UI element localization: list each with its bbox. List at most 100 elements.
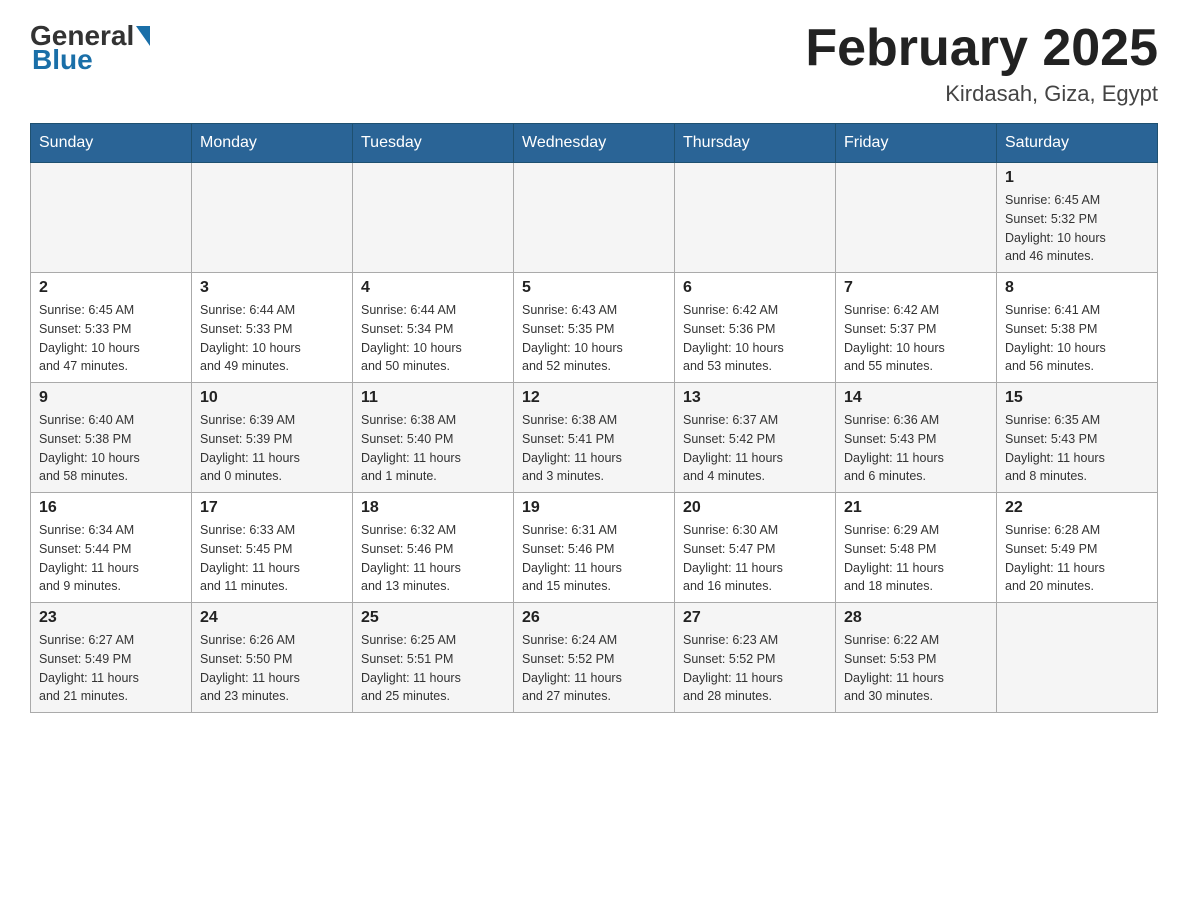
- calendar-day-cell: [675, 163, 836, 273]
- day-info: Sunrise: 6:22 AMSunset: 5:53 PMDaylight:…: [844, 631, 988, 706]
- day-number: 3: [200, 279, 344, 297]
- day-number: 23: [39, 609, 183, 627]
- day-info: Sunrise: 6:42 AMSunset: 5:36 PMDaylight:…: [683, 301, 827, 376]
- logo-triangle-icon: [136, 26, 150, 46]
- calendar-day-cell: 1 Sunrise: 6:45 AMSunset: 5:32 PMDaylight…: [997, 163, 1158, 273]
- day-number: 28: [844, 609, 988, 627]
- day-number: 1: [1005, 169, 1149, 187]
- day-number: 20: [683, 499, 827, 517]
- day-number: 26: [522, 609, 666, 627]
- day-number: 25: [361, 609, 505, 627]
- calendar-week-row: 9 Sunrise: 6:40 AMSunset: 5:38 PMDaylight…: [31, 383, 1158, 493]
- day-info: Sunrise: 6:44 AMSunset: 5:34 PMDaylight:…: [361, 301, 505, 376]
- calendar-day-cell: [514, 163, 675, 273]
- day-info: Sunrise: 6:40 AMSunset: 5:38 PMDaylight:…: [39, 411, 183, 486]
- location-title: Kirdasah, Giza, Egypt: [805, 81, 1158, 107]
- calendar-week-row: 23 Sunrise: 6:27 AMSunset: 5:49 PMDayligh…: [31, 603, 1158, 713]
- day-info: Sunrise: 6:32 AMSunset: 5:46 PMDaylight:…: [361, 521, 505, 596]
- day-info: Sunrise: 6:41 AMSunset: 5:38 PMDaylight:…: [1005, 301, 1149, 376]
- calendar-day-cell: 10 Sunrise: 6:39 AMSunset: 5:39 PMDayligh…: [192, 383, 353, 493]
- calendar-week-row: 1 Sunrise: 6:45 AMSunset: 5:32 PMDaylight…: [31, 163, 1158, 273]
- calendar-weekday-header: Thursday: [675, 124, 836, 163]
- day-number: 9: [39, 389, 183, 407]
- calendar-table: SundayMondayTuesdayWednesdayThursdayFrid…: [30, 123, 1158, 713]
- calendar-weekday-header: Friday: [836, 124, 997, 163]
- calendar-day-cell: 14 Sunrise: 6:36 AMSunset: 5:43 PMDayligh…: [836, 383, 997, 493]
- calendar-weekday-header: Wednesday: [514, 124, 675, 163]
- day-number: 7: [844, 279, 988, 297]
- day-info: Sunrise: 6:38 AMSunset: 5:40 PMDaylight:…: [361, 411, 505, 486]
- day-info: Sunrise: 6:29 AMSunset: 5:48 PMDaylight:…: [844, 521, 988, 596]
- calendar-day-cell: 23 Sunrise: 6:27 AMSunset: 5:49 PMDayligh…: [31, 603, 192, 713]
- calendar-day-cell: 20 Sunrise: 6:30 AMSunset: 5:47 PMDayligh…: [675, 493, 836, 603]
- day-info: Sunrise: 6:37 AMSunset: 5:42 PMDaylight:…: [683, 411, 827, 486]
- day-info: Sunrise: 6:42 AMSunset: 5:37 PMDaylight:…: [844, 301, 988, 376]
- day-number: 12: [522, 389, 666, 407]
- day-number: 2: [39, 279, 183, 297]
- calendar-day-cell: 12 Sunrise: 6:38 AMSunset: 5:41 PMDayligh…: [514, 383, 675, 493]
- day-number: 8: [1005, 279, 1149, 297]
- calendar-day-cell: 19 Sunrise: 6:31 AMSunset: 5:46 PMDayligh…: [514, 493, 675, 603]
- day-info: Sunrise: 6:34 AMSunset: 5:44 PMDaylight:…: [39, 521, 183, 596]
- day-number: 5: [522, 279, 666, 297]
- calendar-day-cell: 11Sunrise: 6:38 AMSunset: 5:40 PMDayligh…: [353, 383, 514, 493]
- calendar-day-cell: 28 Sunrise: 6:22 AMSunset: 5:53 PMDayligh…: [836, 603, 997, 713]
- calendar-week-row: 16 Sunrise: 6:34 AMSunset: 5:44 PMDayligh…: [31, 493, 1158, 603]
- day-info: Sunrise: 6:24 AMSunset: 5:52 PMDaylight:…: [522, 631, 666, 706]
- calendar-day-cell: [192, 163, 353, 273]
- day-number: 4: [361, 279, 505, 297]
- day-info: Sunrise: 6:31 AMSunset: 5:46 PMDaylight:…: [522, 521, 666, 596]
- calendar-day-cell: 18 Sunrise: 6:32 AMSunset: 5:46 PMDayligh…: [353, 493, 514, 603]
- calendar-day-cell: 21 Sunrise: 6:29 AMSunset: 5:48 PMDayligh…: [836, 493, 997, 603]
- day-number: 10: [200, 389, 344, 407]
- day-info: Sunrise: 6:45 AMSunset: 5:32 PMDaylight:…: [1005, 191, 1149, 266]
- calendar-day-cell: [353, 163, 514, 273]
- day-info: Sunrise: 6:30 AMSunset: 5:47 PMDaylight:…: [683, 521, 827, 596]
- day-number: 19: [522, 499, 666, 517]
- calendar-header-row: SundayMondayTuesdayWednesdayThursdayFrid…: [31, 124, 1158, 163]
- day-number: 6: [683, 279, 827, 297]
- calendar-day-cell: [997, 603, 1158, 713]
- calendar-day-cell: [836, 163, 997, 273]
- day-number: 22: [1005, 499, 1149, 517]
- calendar-day-cell: 26 Sunrise: 6:24 AMSunset: 5:52 PMDayligh…: [514, 603, 675, 713]
- calendar-day-cell: 7 Sunrise: 6:42 AMSunset: 5:37 PMDaylight…: [836, 273, 997, 383]
- calendar-day-cell: 16 Sunrise: 6:34 AMSunset: 5:44 PMDayligh…: [31, 493, 192, 603]
- day-number: 21: [844, 499, 988, 517]
- calendar-day-cell: 17Sunrise: 6:33 AMSunset: 5:45 PMDayligh…: [192, 493, 353, 603]
- day-info: Sunrise: 6:23 AMSunset: 5:52 PMDaylight:…: [683, 631, 827, 706]
- day-number: 16: [39, 499, 183, 517]
- day-info: Sunrise: 6:25 AMSunset: 5:51 PMDaylight:…: [361, 631, 505, 706]
- calendar-weekday-header: Saturday: [997, 124, 1158, 163]
- day-number: 13: [683, 389, 827, 407]
- calendar-day-cell: 25 Sunrise: 6:25 AMSunset: 5:51 PMDayligh…: [353, 603, 514, 713]
- day-info: Sunrise: 6:28 AMSunset: 5:49 PMDaylight:…: [1005, 521, 1149, 596]
- calendar-day-cell: 9 Sunrise: 6:40 AMSunset: 5:38 PMDaylight…: [31, 383, 192, 493]
- day-info: Sunrise: 6:39 AMSunset: 5:39 PMDaylight:…: [200, 411, 344, 486]
- day-number: 18: [361, 499, 505, 517]
- calendar-day-cell: 8 Sunrise: 6:41 AMSunset: 5:38 PMDaylight…: [997, 273, 1158, 383]
- calendar-weekday-header: Tuesday: [353, 124, 514, 163]
- day-info: Sunrise: 6:36 AMSunset: 5:43 PMDaylight:…: [844, 411, 988, 486]
- page-header: General Blue February 2025 Kirdasah, Giz…: [30, 20, 1158, 107]
- day-info: Sunrise: 6:45 AMSunset: 5:33 PMDaylight:…: [39, 301, 183, 376]
- day-info: Sunrise: 6:38 AMSunset: 5:41 PMDaylight:…: [522, 411, 666, 486]
- calendar-day-cell: 4 Sunrise: 6:44 AMSunset: 5:34 PMDaylight…: [353, 273, 514, 383]
- day-info: Sunrise: 6:44 AMSunset: 5:33 PMDaylight:…: [200, 301, 344, 376]
- calendar-weekday-header: Sunday: [31, 124, 192, 163]
- calendar-day-cell: 6 Sunrise: 6:42 AMSunset: 5:36 PMDaylight…: [675, 273, 836, 383]
- day-number: 27: [683, 609, 827, 627]
- calendar-day-cell: 5 Sunrise: 6:43 AMSunset: 5:35 PMDaylight…: [514, 273, 675, 383]
- day-info: Sunrise: 6:33 AMSunset: 5:45 PMDaylight:…: [200, 521, 344, 596]
- calendar-weekday-header: Monday: [192, 124, 353, 163]
- day-number: 14: [844, 389, 988, 407]
- calendar-day-cell: 13 Sunrise: 6:37 AMSunset: 5:42 PMDayligh…: [675, 383, 836, 493]
- day-number: 24: [200, 609, 344, 627]
- day-info: Sunrise: 6:35 AMSunset: 5:43 PMDaylight:…: [1005, 411, 1149, 486]
- month-title: February 2025: [805, 20, 1158, 77]
- day-info: Sunrise: 6:27 AMSunset: 5:49 PMDaylight:…: [39, 631, 183, 706]
- calendar-day-cell: 15Sunrise: 6:35 AMSunset: 5:43 PMDayligh…: [997, 383, 1158, 493]
- day-info: Sunrise: 6:26 AMSunset: 5:50 PMDaylight:…: [200, 631, 344, 706]
- calendar-day-cell: [31, 163, 192, 273]
- day-info: Sunrise: 6:43 AMSunset: 5:35 PMDaylight:…: [522, 301, 666, 376]
